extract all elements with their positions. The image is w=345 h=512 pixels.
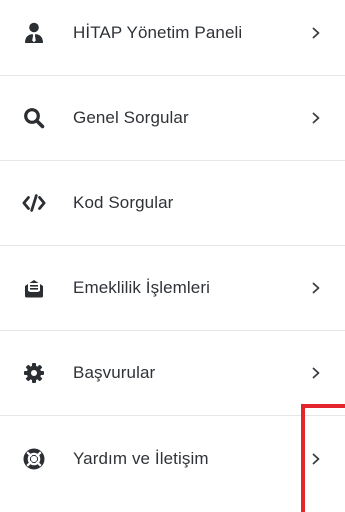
menu-item-genel-sorgular[interactable]: Genel Sorgular [0, 76, 345, 161]
chevron-right-icon [309, 111, 323, 125]
envelope-open-text-icon [22, 276, 46, 300]
user-tie-icon [22, 21, 46, 45]
code-icon [22, 191, 46, 215]
menu-item-label: Kod Sorgular [73, 193, 174, 212]
side-menu: HİTAP Yönetim Paneli Genel Sorgular Kod … [0, 0, 345, 501]
chevron-right-icon [309, 366, 323, 380]
menu-item-label: Genel Sorgular [73, 108, 189, 127]
menu-item-hitap-yonetim-paneli[interactable]: HİTAP Yönetim Paneli [0, 0, 345, 76]
chevron-right-icon [309, 452, 323, 466]
menu-item-emeklilik-islemleri[interactable]: Emeklilik İşlemleri [0, 246, 345, 331]
menu-item-yardim-ve-iletisim[interactable]: Yardım ve İletişim [0, 416, 345, 501]
search-icon [22, 106, 46, 130]
menu-item-kod-sorgular[interactable]: Kod Sorgular [0, 161, 345, 246]
menu-item-label: HİTAP Yönetim Paneli [73, 23, 243, 42]
life-ring-icon [22, 447, 46, 471]
menu-item-label: Başvurular [73, 363, 156, 382]
chevron-right-icon [309, 26, 323, 40]
chevron-right-icon [309, 281, 323, 295]
menu-item-label: Emeklilik İşlemleri [73, 278, 210, 297]
menu-item-label: Yardım ve İletişim [73, 448, 209, 468]
cog-icon [22, 361, 46, 385]
menu-item-basvurular[interactable]: Başvurular [0, 331, 345, 416]
